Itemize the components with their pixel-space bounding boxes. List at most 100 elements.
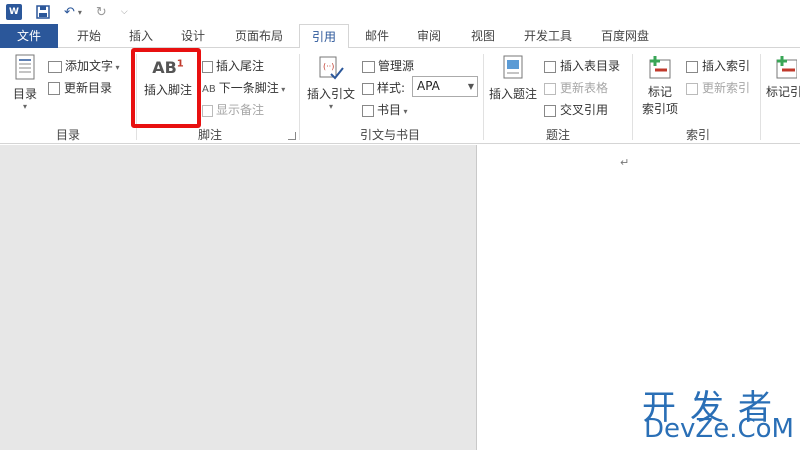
update-table-button[interactable]: 更新表格 <box>544 79 608 96</box>
update-index-icon <box>686 82 698 95</box>
update-index-label: 更新索引 <box>702 81 751 95</box>
paragraph-mark: ↵ <box>620 156 630 169</box>
toc-button[interactable]: 目录 ▾ <box>8 54 42 111</box>
mark-citation-button[interactable]: 标记引 <box>764 54 800 100</box>
save-icon <box>36 5 50 19</box>
mark-citation-icon <box>776 56 798 79</box>
ribbon-tabs: 文件 开始 插入 设计 页面布局 引用 邮件 审阅 视图 开发工具 百度网盘 <box>0 24 800 49</box>
chevron-down-icon: ▾ <box>401 107 408 116</box>
next-footnote-button[interactable]: AB 下一条脚注 ▾ <box>202 79 285 96</box>
mark-citation-label: 标记引 <box>765 85 800 99</box>
tab-review[interactable]: 审阅 <box>414 24 444 48</box>
insert-citation-icon: (··) <box>319 56 344 80</box>
divider <box>483 54 484 140</box>
insert-endnote-button[interactable]: 插入尾注 <box>202 57 264 74</box>
update-toc-button[interactable]: 更新目录 <box>48 79 112 96</box>
insert-citation-button[interactable]: (··) 插入引文 ▾ <box>304 54 358 111</box>
insert-index-icon <box>686 60 698 73</box>
mark-entry-label: 标记 <box>647 85 672 99</box>
tab-layout[interactable]: 页面布局 <box>232 24 286 48</box>
redo-icon: ↻ <box>95 4 107 20</box>
update-table-label: 更新表格 <box>560 81 609 95</box>
add-text-label: 添加文字 <box>65 59 114 73</box>
ribbon: 目录 ▾ 添加文字 ▾ 更新目录 目录 AB1 插入脚注 插入尾注 AB 下一条脚… <box>0 48 800 144</box>
tab-file[interactable]: 文件 <box>0 24 58 48</box>
tab-design[interactable]: 设计 <box>178 24 208 48</box>
group-captions-label: 题注 <box>545 128 570 142</box>
divider <box>299 54 300 140</box>
table-of-figures-icon <box>544 60 556 73</box>
tab-references[interactable]: 引用 <box>299 24 349 49</box>
chevron-down-icon: ▾ <box>22 102 27 111</box>
group-citations-label: 引文与书目 <box>359 128 420 142</box>
show-notes-label: 显示备注 <box>216 103 265 117</box>
tab-view[interactable]: 视图 <box>468 24 498 48</box>
divider <box>632 54 633 140</box>
style-value: APA <box>417 79 440 93</box>
add-text-icon <box>48 60 62 73</box>
update-index-button[interactable]: 更新索引 <box>686 79 750 96</box>
mark-entry-button[interactable]: 标记 索引项 <box>636 54 684 117</box>
insert-table-of-figures-button[interactable]: 插入表目录 <box>544 57 620 74</box>
undo-dropdown-icon[interactable]: ▾ <box>78 8 82 17</box>
insert-citation-label: 插入引文 <box>306 87 355 101</box>
cross-reference-label: 交叉引用 <box>560 103 609 117</box>
footnote-dialog-launcher-icon[interactable] <box>288 132 296 140</box>
style-selector-label: 样式: <box>362 79 405 96</box>
undo-button[interactable]: ↶ ▾ <box>64 5 82 20</box>
cross-reference-icon <box>544 104 556 117</box>
group-footnotes-label: 脚注 <box>197 128 222 142</box>
manage-sources-label: 管理源 <box>378 59 415 73</box>
quick-access-toolbar: W ↶ ▾ ↻ ⌵ <box>0 0 800 24</box>
toc-label: 目录 <box>12 87 37 101</box>
tab-developer[interactable]: 开发工具 <box>520 24 576 48</box>
customize-qat-button[interactable]: ⌵ <box>121 7 128 17</box>
tab-insert[interactable]: 插入 <box>126 24 156 48</box>
manage-sources-button[interactable]: 管理源 <box>362 57 414 74</box>
update-icon <box>48 82 60 95</box>
next-footnote-icon: AB <box>202 84 216 95</box>
word-logo-icon: W <box>6 4 22 20</box>
style-icon <box>362 82 374 95</box>
chevron-down-icon: ▼ <box>467 82 474 91</box>
tab-baidu-netdisk[interactable]: 百度网盘 <box>596 24 654 48</box>
group-toc-label: 目录 <box>55 128 80 142</box>
bibliography-button[interactable]: 书目 ▾ <box>362 101 408 118</box>
manage-sources-icon <box>362 60 375 73</box>
undo-icon: ↶ <box>64 4 75 20</box>
style-dropdown[interactable]: APA ▼ <box>412 76 478 97</box>
insert-caption-icon <box>503 55 523 79</box>
insert-table-of-figures-label: 插入表目录 <box>560 59 621 73</box>
tab-home[interactable]: 开始 <box>74 24 104 48</box>
update-table-icon <box>544 82 556 95</box>
save-button[interactable] <box>36 5 50 19</box>
watermark-line2: DevZe.CoM <box>644 414 794 444</box>
update-toc-label: 更新目录 <box>64 81 113 95</box>
svg-text:(··): (··) <box>323 62 334 71</box>
bibliography-icon <box>362 104 374 117</box>
mark-entry-label-2: 索引项 <box>641 102 678 116</box>
highlight-box <box>131 48 201 128</box>
bibliography-label: 书目 <box>377 103 402 117</box>
insert-caption-label: 插入题注 <box>488 87 537 101</box>
chevron-down-icon: ▾ <box>113 63 120 72</box>
toc-icon <box>15 54 35 80</box>
show-notes-button[interactable]: 显示备注 <box>202 101 264 118</box>
chevron-down-icon: ▾ <box>328 102 333 111</box>
insert-endnote-label: 插入尾注 <box>216 59 265 73</box>
mark-entry-icon <box>649 56 671 79</box>
endnote-icon <box>202 60 213 73</box>
redo-button[interactable]: ↻ <box>96 5 107 20</box>
insert-caption-button[interactable]: 插入题注 <box>486 54 540 102</box>
insert-index-label: 插入索引 <box>702 59 751 73</box>
insert-index-button[interactable]: 插入索引 <box>686 57 750 74</box>
chevron-down-icon: ▾ <box>278 85 286 94</box>
group-index-label: 索引 <box>685 128 710 142</box>
chevron-down-icon: ⌵ <box>120 7 128 17</box>
show-notes-icon <box>202 104 213 117</box>
tab-mailings[interactable]: 邮件 <box>362 24 392 48</box>
add-text-button[interactable]: 添加文字 ▾ <box>48 57 120 74</box>
cross-reference-button[interactable]: 交叉引用 <box>544 101 608 118</box>
divider <box>760 54 761 140</box>
next-footnote-label: 下一条脚注 <box>218 81 279 95</box>
